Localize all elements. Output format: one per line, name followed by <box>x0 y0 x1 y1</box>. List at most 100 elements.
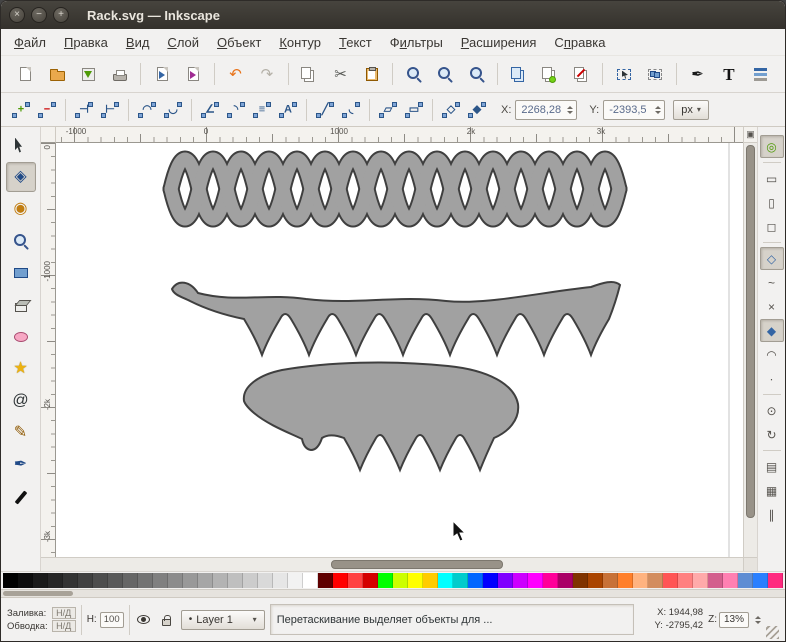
palette-swatch[interactable] <box>423 573 438 588</box>
menu-object[interactable]: Объект <box>208 29 270 55</box>
layer-select[interactable]: • Layer 1 ▾ <box>180 609 265 630</box>
palette-swatch[interactable] <box>678 573 693 588</box>
palette-swatch[interactable] <box>243 573 258 588</box>
snap-intersections-toggle[interactable]: × <box>760 295 784 318</box>
palette-swatch[interactable] <box>378 573 393 588</box>
comb-shape[interactable] <box>170 280 622 358</box>
palette-swatch[interactable] <box>348 573 363 588</box>
snap-bbox-toggle[interactable]: ▭ <box>760 167 784 190</box>
snap-bbox-edges-toggle[interactable]: ▯ <box>760 191 784 214</box>
scroll-corner-button[interactable]: ▣ <box>744 127 757 143</box>
close-button[interactable]: × <box>9 7 25 23</box>
palette-swatch[interactable] <box>768 573 783 588</box>
snap-object-centers-toggle[interactable]: ⊙ <box>760 399 784 422</box>
palette-swatch[interactable] <box>18 573 33 588</box>
palette-swatch[interactable] <box>198 573 213 588</box>
vertical-scrollbar[interactable] <box>744 143 757 557</box>
box3d-tool[interactable] <box>6 290 36 320</box>
corner-node-button[interactable]: ∠ <box>198 98 222 122</box>
delete-segment-button[interactable]: ◡ <box>161 98 185 122</box>
palette-swatch[interactable] <box>588 573 603 588</box>
menu-filters[interactable]: Фильтры <box>381 29 452 55</box>
palette-swatch[interactable] <box>63 573 78 588</box>
palette-swatch[interactable] <box>183 573 198 588</box>
palette-swatch[interactable] <box>138 573 153 588</box>
zoom-selection-button[interactable] <box>399 59 428 89</box>
layer-visibility-toggle[interactable] <box>135 611 153 629</box>
palette-swatch[interactable] <box>483 573 498 588</box>
duplicate-button[interactable] <box>504 59 533 89</box>
layers-dialog-button[interactable] <box>746 59 775 89</box>
menu-extensions[interactable]: Расширения <box>452 29 546 55</box>
vertical-ruler[interactable]: 0 -1000 -2k -3k <box>41 143 56 557</box>
palette-swatch[interactable] <box>708 573 723 588</box>
show-handles-toggle[interactable]: ◇ <box>439 98 463 122</box>
zoom-drawing-button[interactable] <box>431 59 460 89</box>
fill-stroke-indicator[interactable]: Заливка: Н/Д Обводка: Н/Д <box>7 607 76 632</box>
spin-down-icon[interactable] <box>567 110 574 114</box>
star-tool[interactable]: ★ <box>6 354 36 384</box>
palette-scrollbar[interactable] <box>1 589 785 597</box>
menu-path[interactable]: Контур <box>270 29 330 55</box>
spin-up-icon[interactable] <box>755 615 761 619</box>
palette-swatch[interactable] <box>168 573 183 588</box>
horizontal-ruler[interactable]: -1000 0 1000 2k 3k <box>56 127 743 143</box>
object-to-path-button[interactable]: ▱ <box>376 98 400 122</box>
palette-swatch[interactable] <box>573 573 588 588</box>
resize-grip[interactable] <box>766 626 779 639</box>
snap-page-border-toggle[interactable]: ▤ <box>760 455 784 478</box>
import-button[interactable] <box>147 59 176 89</box>
snap-grids-toggle[interactable]: ▦ <box>760 479 784 502</box>
snap-master-toggle[interactable]: ◎ <box>759 135 784 158</box>
open-document-button[interactable] <box>42 59 71 89</box>
palette-swatch[interactable] <box>228 573 243 588</box>
palette-swatch[interactable] <box>93 573 108 588</box>
delete-node-button[interactable]: − <box>35 98 59 122</box>
palette-swatch[interactable] <box>753 573 768 588</box>
palette-swatch[interactable] <box>123 573 138 588</box>
spin-up-icon[interactable] <box>567 105 574 109</box>
redo-button[interactable]: ↷ <box>252 59 281 89</box>
palette-swatch[interactable] <box>258 573 273 588</box>
calligraphy-tool[interactable] <box>6 482 36 512</box>
palette-swatch[interactable] <box>603 573 618 588</box>
snap-smooth-nodes-toggle[interactable]: ◠ <box>760 343 784 366</box>
palette-swatch[interactable] <box>363 573 378 588</box>
zoom-tool[interactable] <box>6 226 36 256</box>
spinner-buttons[interactable] <box>567 105 574 115</box>
stroke-to-path-button[interactable]: ▭ <box>402 98 426 122</box>
insert-node-button[interactable]: + <box>9 98 33 122</box>
menu-help[interactable]: Справка <box>545 29 614 55</box>
copy-button[interactable] <box>294 59 323 89</box>
undo-button[interactable]: ↶ <box>221 59 250 89</box>
blob-shape[interactable] <box>242 361 520 473</box>
snap-bbox-corners-toggle[interactable]: ◻ <box>760 215 784 238</box>
spin-up-icon[interactable] <box>655 105 662 109</box>
paste-button[interactable] <box>357 59 386 89</box>
cut-button[interactable]: ✂ <box>326 59 355 89</box>
palette-swatch[interactable] <box>33 573 48 588</box>
opacity-field[interactable]: 100 <box>99 611 124 628</box>
snap-cusp-nodes-toggle[interactable]: ◆ <box>759 319 784 342</box>
clone-button[interactable] <box>536 59 565 89</box>
horizontal-scrollbar[interactable] <box>56 557 743 571</box>
vertical-scrollbar-thumb[interactable] <box>746 145 755 518</box>
palette-swatch[interactable] <box>468 573 483 588</box>
palette-swatch[interactable] <box>453 573 468 588</box>
zoom-page-button[interactable] <box>462 59 491 89</box>
rectangle-tool[interactable] <box>6 258 36 288</box>
snap-paths-toggle[interactable]: ~ <box>760 271 784 294</box>
palette-swatch[interactable] <box>273 573 288 588</box>
unit-select[interactable]: px ▾ <box>673 99 709 120</box>
palette-swatch[interactable] <box>693 573 708 588</box>
menu-file[interactable]: Файл <box>5 29 55 55</box>
text-dialog-button[interactable]: T <box>714 59 743 89</box>
palette-swatch[interactable] <box>618 573 633 588</box>
auto-node-button[interactable]: A <box>276 98 300 122</box>
palette-swatch[interactable] <box>108 573 123 588</box>
palette-swatch[interactable] <box>633 573 648 588</box>
palette-swatch[interactable] <box>303 573 318 588</box>
canvas[interactable] <box>56 143 743 557</box>
palette-swatch[interactable] <box>723 573 738 588</box>
minimize-button[interactable]: − <box>31 7 47 23</box>
